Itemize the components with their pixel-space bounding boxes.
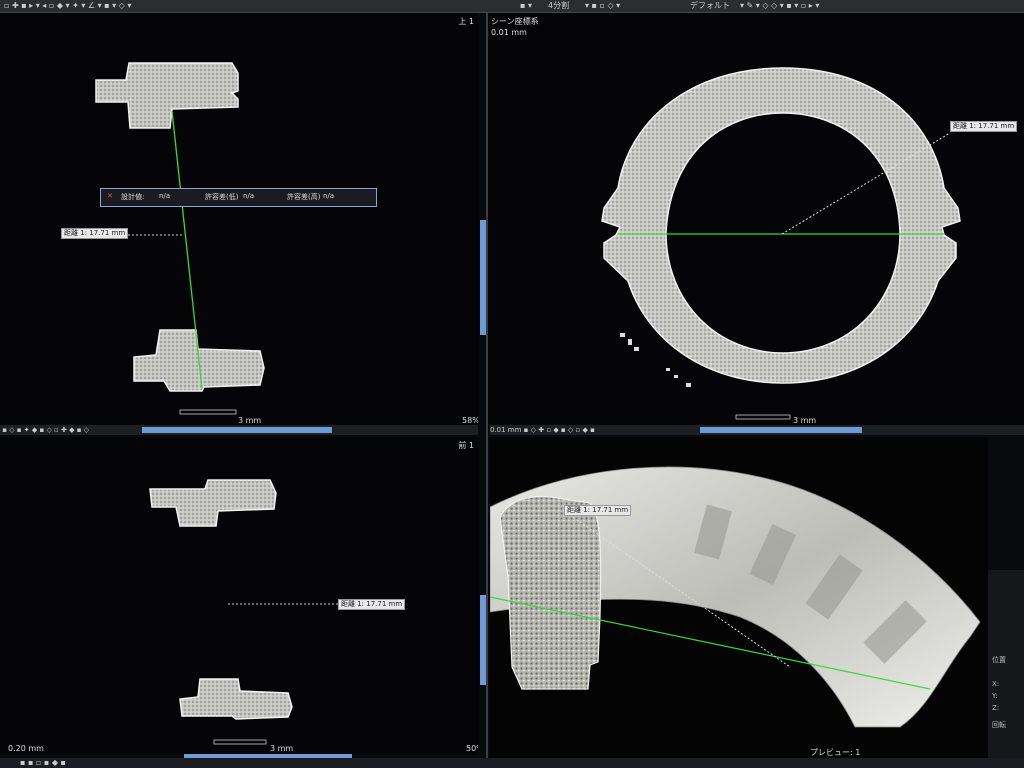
front-zoom-label: 50% [466, 744, 478, 753]
viewport-front[interactable]: 前 1 距離 1: 17.71 mm 3 mm 50% 0.20 mm [0, 437, 478, 754]
default-label[interactable]: デフォルト [690, 0, 730, 12]
z-label: Z: [992, 704, 1000, 712]
lower-tolerance-label: 許容差(低) [205, 193, 239, 201]
preview-label: プレビュー: 1 [810, 748, 861, 757]
front-view-scene [149, 479, 340, 745]
scene-horizontal-scrollbar[interactable] [700, 427, 862, 433]
top-cross-section-upper [95, 62, 239, 129]
top-scale-label: 3 mm [238, 416, 262, 425]
front-cross-section-upper [149, 479, 277, 527]
top-view-label: 上 1 [458, 17, 474, 26]
top-measurement-label[interactable]: 距離 1: 17.71 mm [61, 228, 129, 239]
scene-scale-bar [735, 414, 791, 420]
lower-tolerance-value: n/a [243, 192, 255, 200]
rotation-label: 回転 [992, 721, 1006, 729]
toolbar-icons-right[interactable]: ▾ ✎ ▾ ◇ ◇ ▾ ▪ ▾ ▫ ▸ ▾ [740, 0, 819, 12]
upper-tolerance-value: n/a [323, 192, 335, 200]
viewport-scene[interactable]: シーン座標系 0.01 mm 距離 1: 17.71 mm 3 mm [488, 13, 1024, 425]
scene-precision-footer: 0.01 mm [490, 426, 522, 434]
viewport-top[interactable]: 上 1 距離 1: 17.71 mm 3 mm 58% [0, 13, 478, 425]
front-precision-label: 0.20 mm [8, 744, 44, 753]
y-label: Y: [992, 692, 998, 700]
front-scale-bar [213, 739, 267, 745]
viewport-3d[interactable]: 距離 1: 17.71 mm プレビュー: 1 [490, 437, 988, 758]
position-label: 位置 [992, 656, 1006, 664]
upper-tolerance-label: 許容差(高) [287, 193, 321, 201]
design-label: 設計値: [121, 193, 145, 201]
layout-icon[interactable]: ▪ ▾ [520, 0, 532, 12]
front-measurement-label[interactable]: 距離 1: 17.71 mm [338, 599, 406, 610]
x-label: X: [992, 680, 1000, 688]
tolerance-hint: ✕ 設計値: n/a 許容差(低) n/a 許容差(高) n/a [100, 188, 377, 207]
layout-chevron-icon[interactable]: ▾ ▪ ▫ ◇ ▾ [585, 0, 620, 12]
toolbar-icons-left[interactable]: ▫ ✚ ▪ ▸ ▾ ◂ ▫ ◆ ▾ ✦ ▾ ∠ ▾ ▪ ▾ ◇ ▾ [4, 0, 131, 12]
main-toolbar: ▫ ✚ ▪ ▸ ▾ ◂ ▫ ◆ ▾ ✦ ▾ ∠ ▾ ▪ ▾ ◇ ▾ ▪ ▾ 4分… [0, 0, 1024, 13]
top-view-scene [95, 62, 265, 415]
properties-panel: 位置 X: Y: Z: 回転 [988, 570, 1024, 758]
layout-label[interactable]: 4分割 [548, 0, 569, 12]
front-view-label: 前 1 [458, 441, 474, 450]
front-cross-section-lower [179, 678, 293, 720]
vertical-divider[interactable] [486, 13, 488, 758]
scene-view [601, 67, 961, 420]
taskbar: ▪ ▪ ▫ ▪ ◆ ▪ [0, 758, 1024, 768]
design-value: n/a [159, 192, 171, 200]
ring-cross-section [601, 67, 961, 384]
perspective-scene [490, 466, 981, 728]
top-horizontal-scrollbar[interactable] [142, 427, 332, 433]
taskbar-icons[interactable]: ▪ ▪ ▫ ▪ ◆ ▪ [20, 758, 66, 768]
scene-scale-label: 3 mm [793, 416, 817, 425]
ring-3d-cut-face [499, 495, 602, 690]
close-icon[interactable]: ✕ [107, 192, 113, 200]
front-scale-label: 3 mm [270, 744, 294, 753]
scene-precision-label: 0.01 mm [491, 28, 527, 37]
scene-measurement-label[interactable]: 距離 1: 17.71 mm [950, 121, 1018, 132]
scene-coord-label: シーン座標系 [491, 17, 539, 26]
perspective-measurement-label[interactable]: 距離 1: 17.71 mm [564, 505, 632, 516]
top-zoom-label: 58% [462, 416, 478, 425]
top-scale-bar [179, 409, 237, 415]
